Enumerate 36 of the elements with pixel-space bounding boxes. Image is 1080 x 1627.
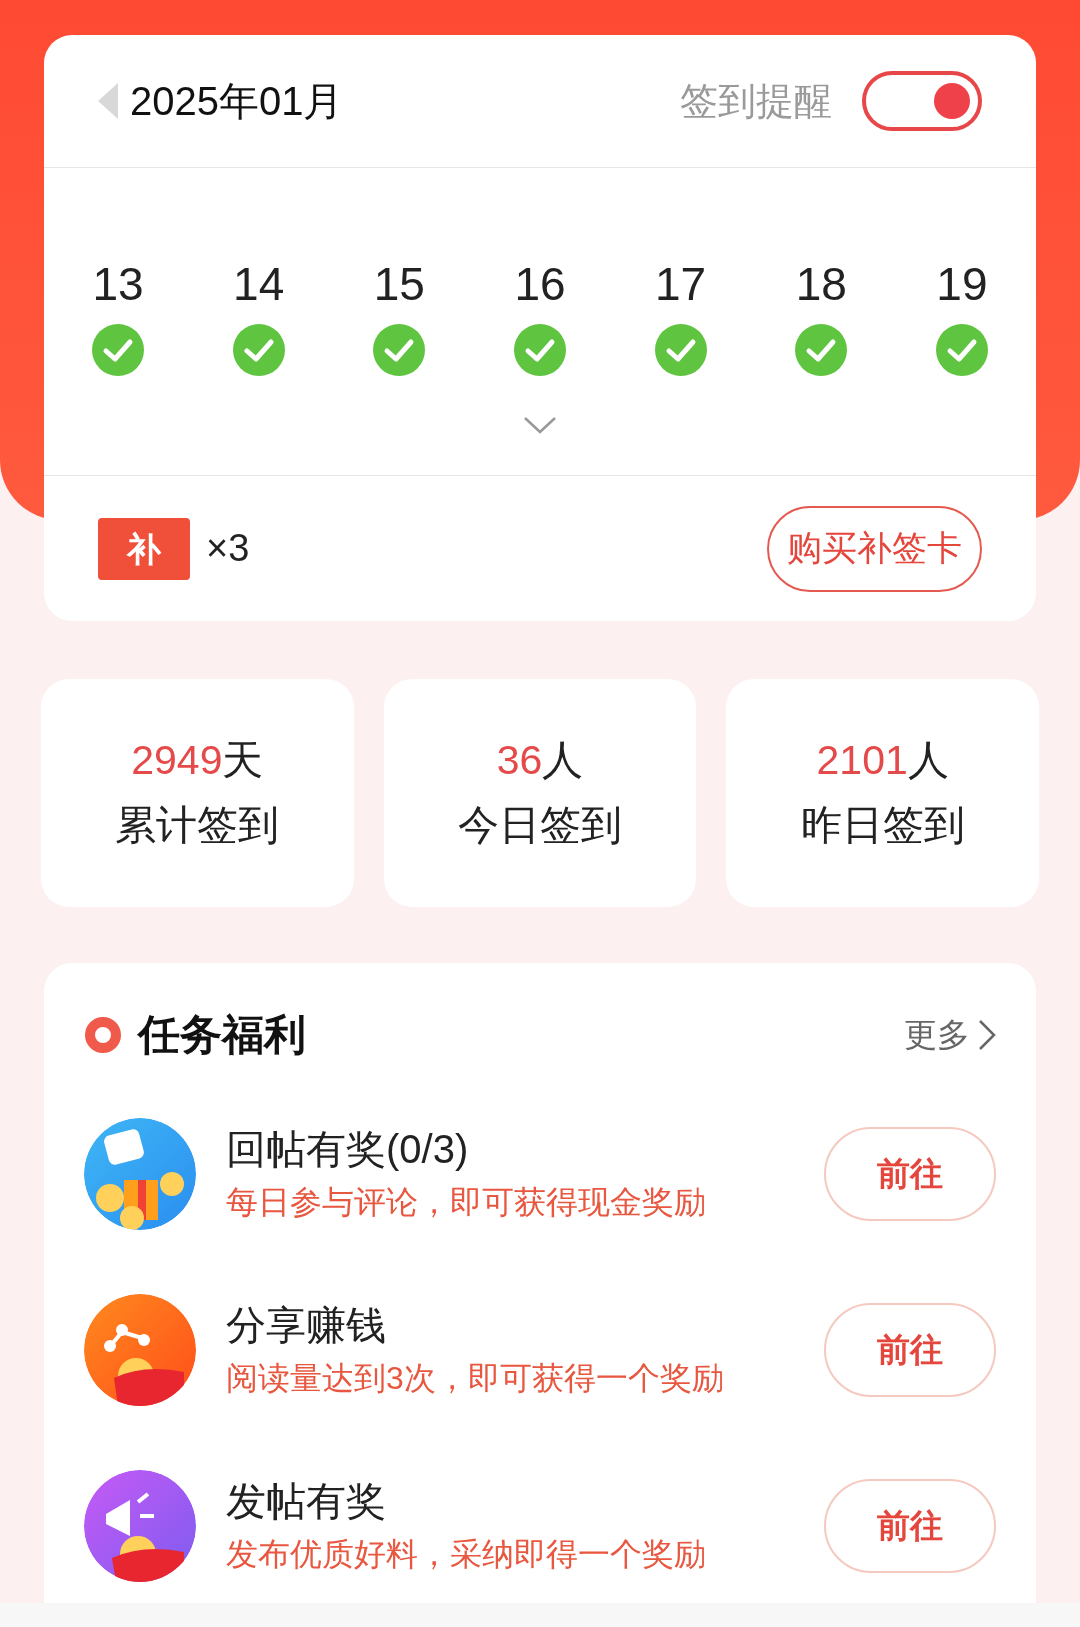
day-number: 17 xyxy=(655,257,707,312)
go-button[interactable]: 前往 xyxy=(824,1479,996,1573)
month-label: 2025年01月 xyxy=(130,78,344,125)
gift-chat-icon xyxy=(84,1118,196,1230)
section-title: 任务福利 xyxy=(138,1010,306,1060)
go-button[interactable]: 前往 xyxy=(824,1127,996,1221)
task-title: 分享赚钱 xyxy=(226,1302,387,1349)
day-number: 13 xyxy=(92,257,144,312)
task-description: 发布优质好料，采纳即得一个奖励 xyxy=(226,1535,706,1574)
ring-icon xyxy=(84,1015,122,1054)
makeup-count: ×3 xyxy=(206,526,250,571)
stat-value: 2101人 xyxy=(816,735,949,785)
stat-label: 累计签到 xyxy=(115,801,280,850)
more-link[interactable]: 更多 xyxy=(904,1009,996,1060)
chevron-right-icon[interactable] xyxy=(978,1018,996,1051)
stat-label: 昨日签到 xyxy=(800,801,965,850)
stat-value: 36人 xyxy=(496,735,584,785)
task-title: 发帖有奖 xyxy=(226,1478,387,1525)
day-number: 16 xyxy=(514,257,566,312)
day-number: 15 xyxy=(373,257,425,312)
reminder-label: 签到提醒 xyxy=(680,78,832,124)
task-title: 回帖有奖(0/3) xyxy=(226,1126,470,1173)
day-number: 18 xyxy=(795,257,847,312)
stat-label: 今日签到 xyxy=(458,801,622,850)
chevron-down-icon[interactable] xyxy=(523,416,557,434)
share-coin-icon xyxy=(84,1294,196,1406)
day-number: 14 xyxy=(233,257,285,312)
task-description: 每日参与评论，即可获得现金奖励 xyxy=(226,1183,706,1222)
task-description: 阅读量达到3次，即可获得一个奖励 xyxy=(226,1359,724,1398)
megaphone-coin-icon xyxy=(84,1470,196,1582)
buy-makeup-card-button[interactable]: 购买补签卡 xyxy=(767,505,982,592)
go-button[interactable]: 前往 xyxy=(824,1303,996,1397)
stat-value: 2949天 xyxy=(131,735,264,785)
day-number: 19 xyxy=(936,257,988,312)
makeup-card-icon: 补 xyxy=(98,517,190,580)
reminder-toggle[interactable] xyxy=(862,71,982,131)
